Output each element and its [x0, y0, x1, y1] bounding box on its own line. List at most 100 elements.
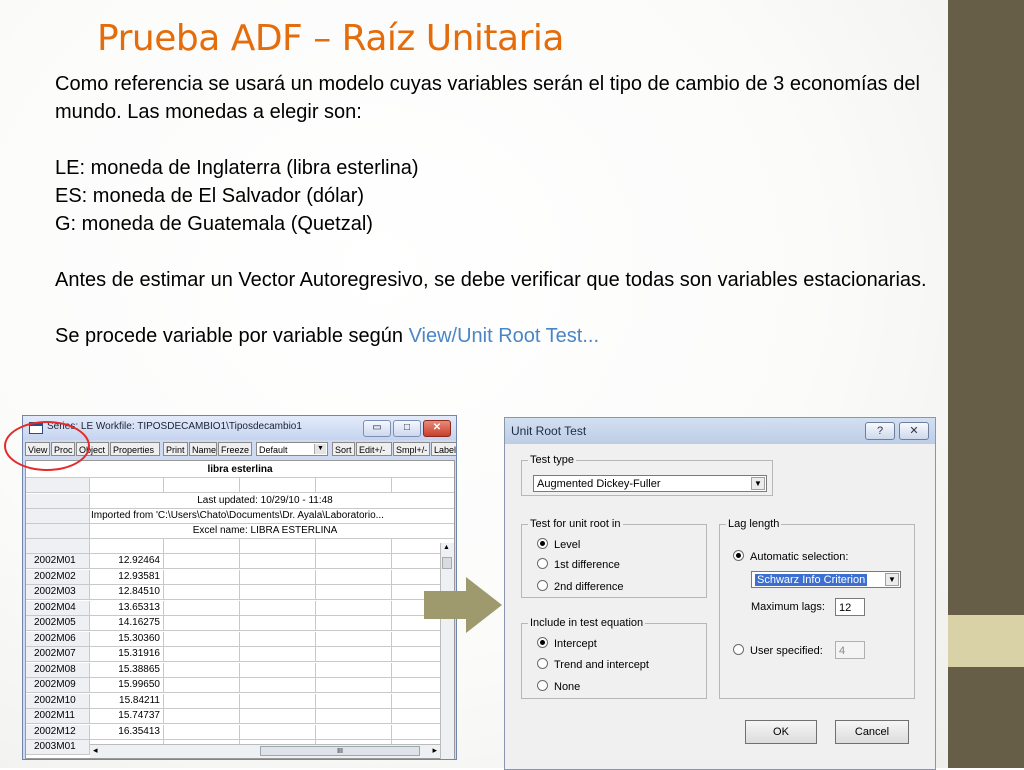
table-row[interactable]: 2002M12 16.35413: [26, 724, 454, 740]
label-button[interactable]: Label: [431, 442, 456, 456]
empty-cell[interactable]: [164, 631, 240, 646]
empty-cell[interactable]: [164, 585, 240, 599]
freeze-button[interactable]: Freeze: [218, 442, 252, 456]
empty-cell[interactable]: [240, 600, 316, 615]
empty-cell[interactable]: [240, 569, 316, 584]
series-value[interactable]: 12.84510: [90, 585, 164, 599]
vertical-scroll-thumb[interactable]: [442, 557, 452, 569]
display-mode-select[interactable]: Default ▼: [256, 442, 328, 456]
series-value[interactable]: 12.93581: [90, 569, 164, 584]
series-spreadsheet[interactable]: libra esterlina Last updated: 10/29/10 -…: [25, 460, 455, 759]
sort-button[interactable]: Sort: [332, 442, 355, 456]
scroll-right-icon[interactable]: ▸: [432, 745, 437, 756]
second-difference-radio[interactable]: 2nd difference: [537, 580, 624, 593]
empty-cell[interactable]: [164, 662, 240, 677]
series-value[interactable]: 15.30360: [90, 631, 164, 646]
empty-cell[interactable]: [316, 600, 392, 615]
empty-cell[interactable]: [316, 724, 392, 739]
empty-cell[interactable]: [240, 709, 316, 723]
table-row[interactable]: 2002M08 15.38865: [26, 662, 454, 678]
name-button[interactable]: Name: [189, 442, 217, 456]
table-row[interactable]: 2002M04 13.65313: [26, 600, 454, 616]
horizontal-scrollbar[interactable]: ◂ III ▸: [90, 744, 440, 758]
series-value[interactable]: 15.99650: [90, 678, 164, 692]
empty-cell[interactable]: [316, 616, 392, 630]
empty-cell[interactable]: [164, 554, 240, 568]
none-radio[interactable]: None: [537, 680, 580, 693]
level-radio[interactable]: Level: [537, 538, 580, 551]
cancel-button[interactable]: Cancel: [835, 720, 909, 744]
empty-cell[interactable]: [316, 631, 392, 646]
empty-cell[interactable]: [240, 616, 316, 630]
dropdown-arrow-icon: ▼: [314, 444, 326, 454]
ok-button[interactable]: OK: [745, 720, 817, 744]
empty-cell[interactable]: [164, 724, 240, 739]
table-row[interactable]: 2002M09 15.99650: [26, 678, 454, 693]
series-value[interactable]: 14.16275: [90, 616, 164, 630]
minimize-button[interactable]: ▭: [363, 420, 391, 437]
user-specified-input[interactable]: 4: [835, 641, 865, 659]
first-difference-radio[interactable]: 1st difference: [537, 558, 620, 571]
empty-cell[interactable]: [164, 693, 240, 708]
empty-cell[interactable]: [316, 569, 392, 584]
empty-cell[interactable]: [164, 709, 240, 723]
empty-cell[interactable]: [240, 554, 316, 568]
intercept-radio[interactable]: Intercept: [537, 637, 597, 650]
observation-date: 2002M09: [26, 678, 90, 692]
dialog-close-button[interactable]: ✕: [899, 422, 929, 440]
table-row[interactable]: 2002M07 15.31916: [26, 647, 454, 662]
automatic-selection-radio[interactable]: Automatic selection:: [733, 550, 848, 563]
help-button[interactable]: ?: [865, 422, 895, 440]
empty-cell[interactable]: [240, 647, 316, 661]
table-row[interactable]: 2002M02 12.93581: [26, 569, 454, 585]
empty-cell[interactable]: [316, 709, 392, 723]
scroll-left-icon[interactable]: ◂: [93, 745, 98, 756]
series-value[interactable]: 15.84211: [90, 693, 164, 708]
right-arrow-icon: [424, 577, 502, 633]
table-row[interactable]: 2002M03 12.84510: [26, 585, 454, 600]
empty-cell[interactable]: [240, 631, 316, 646]
print-button[interactable]: Print: [163, 442, 188, 456]
table-row[interactable]: 2002M01 12.92464: [26, 554, 454, 569]
max-lags-input[interactable]: 12: [835, 598, 865, 616]
empty-cell[interactable]: [164, 678, 240, 692]
empty-cell[interactable]: [316, 585, 392, 599]
menu-path-link[interactable]: View/Unit Root Test...: [409, 325, 599, 347]
series-window: Series: LE Workfile: TIPOSDECAMBIO1\Tipo…: [22, 415, 457, 760]
table-row[interactable]: 2002M11 15.74737: [26, 709, 454, 724]
properties-button[interactable]: Properties: [110, 442, 160, 456]
table-row[interactable]: 2002M10 15.84211: [26, 693, 454, 709]
user-specified-radio[interactable]: User specified:: [733, 644, 823, 657]
horizontal-scroll-thumb[interactable]: III: [260, 746, 420, 756]
maximize-button[interactable]: □: [393, 420, 421, 437]
smpl-button[interactable]: Smpl+/-: [393, 442, 430, 456]
close-button[interactable]: ✕: [423, 420, 451, 437]
empty-cell[interactable]: [316, 678, 392, 692]
criterion-select[interactable]: Schwarz Info Criterion ▼: [751, 571, 901, 588]
empty-cell[interactable]: [316, 554, 392, 568]
table-row[interactable]: 2002M06 15.30360: [26, 631, 454, 647]
test-type-select[interactable]: Augmented Dickey-Fuller ▼: [533, 475, 767, 492]
empty-cell[interactable]: [240, 724, 316, 739]
table-row[interactable]: 2002M05 14.16275: [26, 616, 454, 631]
empty-cell[interactable]: [316, 693, 392, 708]
series-value[interactable]: 12.92464: [90, 554, 164, 568]
series-value[interactable]: 13.65313: [90, 600, 164, 615]
empty-cell[interactable]: [164, 600, 240, 615]
series-value[interactable]: 16.35413: [90, 724, 164, 739]
edit-button[interactable]: Edit+/-: [356, 442, 392, 456]
empty-cell[interactable]: [240, 693, 316, 708]
empty-cell[interactable]: [240, 678, 316, 692]
empty-cell[interactable]: [240, 662, 316, 677]
trend-intercept-radio[interactable]: Trend and intercept: [537, 658, 649, 671]
series-value[interactable]: 15.74737: [90, 709, 164, 723]
empty-cell[interactable]: [164, 569, 240, 584]
empty-cell[interactable]: [316, 662, 392, 677]
empty-cell[interactable]: [240, 585, 316, 599]
empty-cell[interactable]: [316, 647, 392, 661]
series-value[interactable]: 15.38865: [90, 662, 164, 677]
scroll-up-icon[interactable]: ▲: [443, 544, 450, 551]
empty-cell[interactable]: [164, 616, 240, 630]
series-value[interactable]: 15.31916: [90, 647, 164, 661]
empty-cell[interactable]: [164, 647, 240, 661]
